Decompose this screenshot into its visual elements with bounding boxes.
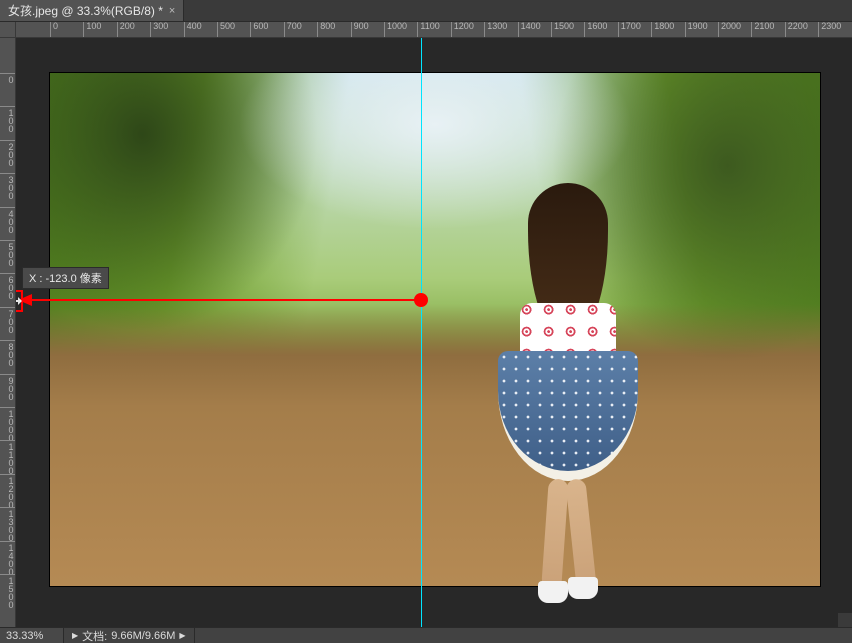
ruler-h-tick: 400 — [184, 22, 202, 37]
ruler-v-tick: 0 — [0, 73, 15, 83]
annotation-arrow — [20, 299, 420, 301]
doc-label: 文档: — [82, 628, 107, 643]
document-tab[interactable]: 女孩.jpeg @ 33.3%(RGB/8) * × — [0, 0, 184, 21]
ruler-v-tick: 1500 — [0, 574, 15, 608]
ruler-h-tick: 700 — [284, 22, 302, 37]
ruler-v-tick: 200 — [0, 140, 15, 166]
ruler-h-tick: 500 — [217, 22, 235, 37]
ruler-v-tick: 500 — [0, 240, 15, 266]
ruler-h-tick: 2200 — [785, 22, 808, 37]
ruler-h-tick: 1200 — [451, 22, 474, 37]
ruler-h-tick: 300 — [150, 22, 168, 37]
ruler-v-tick: 800 — [0, 340, 15, 366]
ruler-h-tick: 1800 — [651, 22, 674, 37]
ruler-h-tick: 1000 — [384, 22, 407, 37]
ruler-v-tick: 1000 — [0, 407, 15, 441]
image-content — [50, 73, 820, 586]
ruler-h-tick: 200 — [117, 22, 135, 37]
doc-value: 9.66M/9.66M — [111, 630, 175, 642]
ruler-h-tick: 1100 — [417, 22, 439, 37]
annotation-anchor-dot — [414, 293, 428, 307]
close-tab-icon[interactable]: × — [169, 5, 175, 17]
ruler-h-tick: 1700 — [618, 22, 641, 37]
zoom-level-field[interactable]: 33.33% — [0, 628, 64, 643]
ruler-h-tick: 2300 — [818, 22, 841, 37]
tooltip-value: -123.0 — [46, 273, 77, 285]
document-tab-title: 女孩.jpeg @ 33.3%(RGB/8) * — [8, 2, 163, 19]
ruler-h-tick: 600 — [250, 22, 268, 37]
canvas-area[interactable]: X : -123.0 像素 — [16, 38, 852, 627]
ruler-h-tick: 2100 — [751, 22, 774, 37]
ruler-h-tick: 100 — [83, 22, 101, 37]
scroll-corner — [838, 613, 852, 627]
ruler-v-tick: 600 — [0, 273, 15, 299]
ruler-horizontal[interactable]: 0 100 200 300 400 500 600 700 800 900 1000 1100 1200… — [16, 22, 852, 38]
ruler-h-tick: 1400 — [518, 22, 541, 37]
ruler-v-tick: 1300 — [0, 507, 15, 541]
vertical-guide[interactable] — [421, 38, 422, 627]
ruler-h-tick: 800 — [317, 22, 335, 37]
ruler-h-tick: 2000 — [718, 22, 741, 37]
ruler-v-tick: 400 — [0, 207, 15, 233]
tooltip-prefix: X : — [29, 273, 42, 285]
ruler-v-tick: 1100 — [0, 440, 15, 474]
ruler-h-tick: 1500 — [551, 22, 574, 37]
ruler-v-tick: 1200 — [0, 474, 15, 508]
ruler-h-tick: 900 — [351, 22, 369, 37]
document-size-readout[interactable]: ▶ 文档: 9.66M/9.66M ▶ — [64, 628, 195, 643]
ruler-drag-cursor — [16, 290, 23, 312]
ruler-v-tick: 900 — [0, 374, 15, 400]
dropdown-arrow-icon[interactable]: ▶ — [179, 631, 185, 640]
ruler-h-tick: 1600 — [584, 22, 607, 37]
image-subject — [498, 183, 638, 583]
ruler-h-tick: 1900 — [685, 22, 708, 37]
ruler-v-tick: 700 — [0, 307, 15, 333]
ruler-v-tick: 300 — [0, 173, 15, 199]
status-bar: 33.33% ▶ 文档: 9.66M/9.66M ▶ — [0, 627, 852, 643]
tooltip-unit: 像素 — [80, 273, 102, 285]
ruler-v-tick: 100 — [0, 106, 15, 132]
ruler-vertical[interactable]: 0 100 200 300 400 500 600 700 800 900 100011001200… — [0, 38, 16, 627]
image-canvas[interactable] — [50, 73, 820, 586]
zoom-value: 33.33% — [6, 630, 43, 642]
ruler-v-tick: 1400 — [0, 541, 15, 575]
ruler-origin-box[interactable] — [0, 22, 16, 38]
guide-position-tooltip: X : -123.0 像素 — [22, 267, 109, 289]
ruler-h-tick: 0 — [50, 22, 58, 37]
ruler-h-tick: 1300 — [484, 22, 507, 37]
document-tab-bar: 女孩.jpeg @ 33.3%(RGB/8) * × — [0, 0, 852, 22]
workspace: 0100200300400500600700800900100011001200… — [0, 22, 852, 627]
disclosure-arrow-icon: ▶ — [72, 631, 78, 640]
